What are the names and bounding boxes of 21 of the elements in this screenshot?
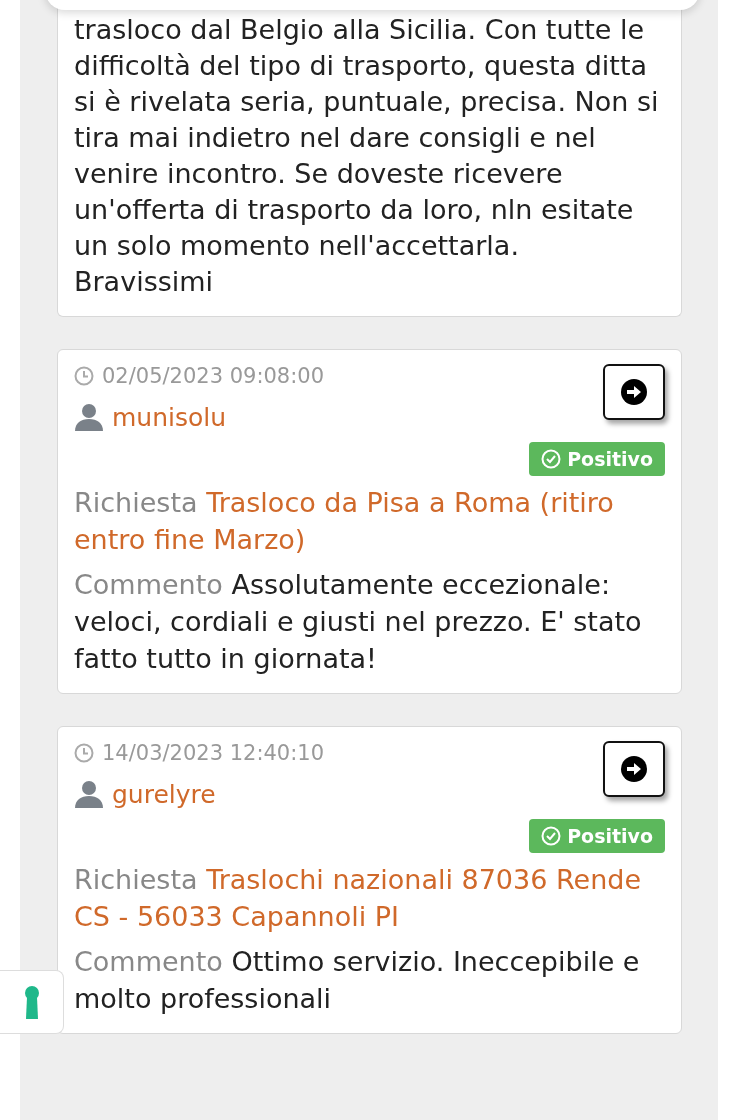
accessibility-button[interactable]: [0, 970, 64, 1034]
request-text: Richiesta Traslochi nazionali 87036 Rende CS - 56033 Capannoli PI: [74, 863, 642, 934]
review-comment: trasloco dal Belgio alla Sicilia. Con tutte le difficoltà del tipo di trasporto, questa ditta si è rivelata seria, puntuale, precisa. Non si tira mai indietro nel dare consigli e nel venire incontro. Se doveste ricevere un'offerta di trasporto da loro, nln esitate un solo momento nell'accettarla. Bravissimi: [74, 13, 660, 299]
request-text: Richiesta Trasloco da Pisa a Roma (ritiro entro fine Marzo): [74, 486, 615, 557]
open-review-button[interactable]: [603, 364, 665, 420]
open-review-button[interactable]: [603, 741, 665, 797]
comment-text: Commento Assolutamente eccezionale: veloci, cordiali e giusti nel prezzo. E' stato fatto tutto in giornata!: [74, 568, 643, 676]
rating-badge: Positivo: [529, 819, 665, 853]
review-date: 14/03/2023 12:40:10: [102, 741, 325, 765]
clock-icon: [74, 366, 94, 386]
rating-badge: Positivo: [529, 442, 665, 476]
review-date: 02/05/2023 09:08:00: [102, 364, 325, 388]
username[interactable]: gurelyre: [112, 779, 216, 809]
user-icon: [74, 779, 104, 809]
keyhole-icon: [23, 985, 40, 1019]
user-icon: [74, 402, 104, 432]
arrow-right-icon: [621, 756, 647, 782]
clock-icon: [74, 743, 94, 763]
comment-text: Commento Ottimo servizio. Ineccepibile e molto professionali: [74, 945, 641, 1016]
username[interactable]: munisolu: [112, 402, 227, 432]
arrow-right-icon: [621, 379, 647, 405]
